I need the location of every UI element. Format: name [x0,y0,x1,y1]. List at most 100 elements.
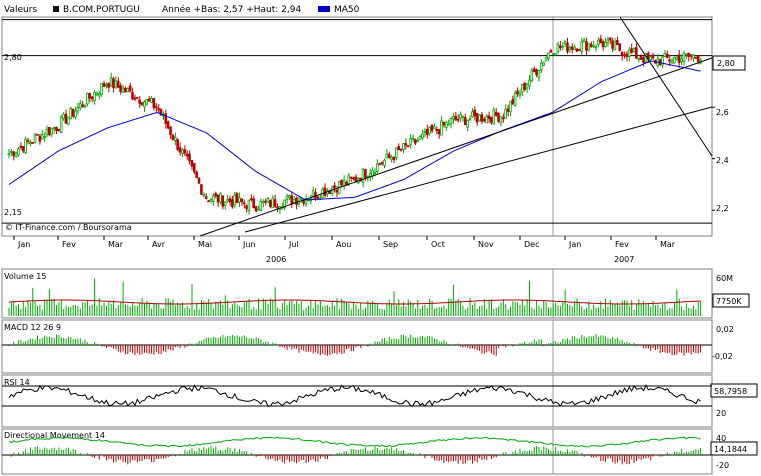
candle-body [233,195,236,206]
candle-body [637,57,641,60]
month-label-avr: Avr [152,240,166,249]
candle-body [535,69,538,76]
candle-body [425,128,429,135]
candle-body [88,93,91,99]
candle-body [371,170,374,177]
candle-body [494,111,498,116]
candle-body [36,133,39,136]
volume-panel [8,278,702,316]
candle-body [694,56,698,59]
ref-line-label-2-15: 2,15 [4,208,22,217]
candle-body [471,111,474,118]
candle-body [116,80,120,88]
macd-panel [2,334,712,356]
candle-body [428,127,431,134]
candle-body [173,136,177,141]
price-y-tick-2-2: 2,2 [716,204,729,213]
credit-text: © IT-Finance.com / Boursorama [5,223,132,232]
candle-body [430,124,434,132]
candle-body [411,137,415,140]
candle-body [119,85,122,92]
candle-body [200,184,203,195]
volume-y-tick-60m: 60M [716,274,733,283]
candle-body [570,46,574,50]
candle-body [473,109,477,117]
candle-body [642,57,645,63]
candle-body [525,83,529,89]
candle-body [231,199,234,208]
candle-body [630,48,633,53]
candle-body [192,163,196,173]
rsi-line [8,384,701,408]
candle-body [166,121,170,129]
candle-body [67,116,70,125]
candle-body [578,49,581,51]
candle-body [611,40,614,49]
candle-body [345,181,348,185]
price-y-tick-2-6: 2,6 [716,108,729,117]
year-label-2007: 2007 [614,255,634,264]
candle-body [539,62,543,71]
candle-body [78,103,82,109]
candle-body [93,92,96,102]
candle-body [328,191,332,194]
candle-body [639,55,643,60]
candle-body [100,82,103,95]
dm-title: Directional Movement 14 [4,431,105,440]
candle-body [532,68,536,73]
candle-body [665,53,669,59]
candle-body [150,97,153,103]
month-label-aou: Aou [336,240,351,249]
candle-body [273,199,277,207]
candle-body [147,98,151,102]
candle-body [95,92,99,96]
candle-body [556,43,560,52]
candle-body [435,128,438,131]
candle-body [64,113,68,124]
rsi-panel [2,384,712,408]
candle-body [406,145,410,147]
candle-body [74,110,77,118]
candle-body [684,53,688,56]
candle-body [520,84,524,93]
trendline-resistance [619,16,713,157]
candle-body [627,49,631,57]
candle-body [597,39,600,45]
candle-body [551,53,555,56]
candle-body [608,37,612,41]
candle-body [385,153,389,159]
candle-body [176,139,179,150]
candle-body [112,78,115,89]
panel-border-3 [1,374,713,428]
candle-body [252,198,255,209]
candle-body [211,195,215,202]
candle-body [518,92,522,96]
candle-body [487,115,491,120]
candle-body [105,84,108,86]
candle-body [354,176,358,182]
candle-body [433,126,436,129]
candle-body [242,202,246,205]
candle-body [616,39,619,45]
candle-body [454,115,457,121]
price-y-tick-2-4: 2,4 [716,156,729,165]
candle-body [618,43,621,51]
candle-body [452,116,455,120]
header-symbol: B.COM.PORTUGU [63,5,140,15]
candle-body [537,70,541,78]
candle-body [266,198,270,203]
candle-body [114,80,118,88]
month-label-jan: Jan [568,240,581,249]
candle-body [461,115,465,118]
candle-body [204,196,208,199]
candle-body [646,52,650,59]
candle-body [169,126,172,136]
candle-body [102,83,106,88]
candle-body [202,194,206,197]
x-axis-months: Jan Fev Mar Avr Mai Jun Jul Aou Sep Oct Nov Dec Jan F… [13,236,676,249]
candle-body [687,52,690,57]
header-year-info: Année +Bas: 2,57 +Haut: 2,94 [162,4,301,15]
candle-body [482,118,486,122]
candle-body [383,159,386,166]
candle-body [523,82,526,90]
